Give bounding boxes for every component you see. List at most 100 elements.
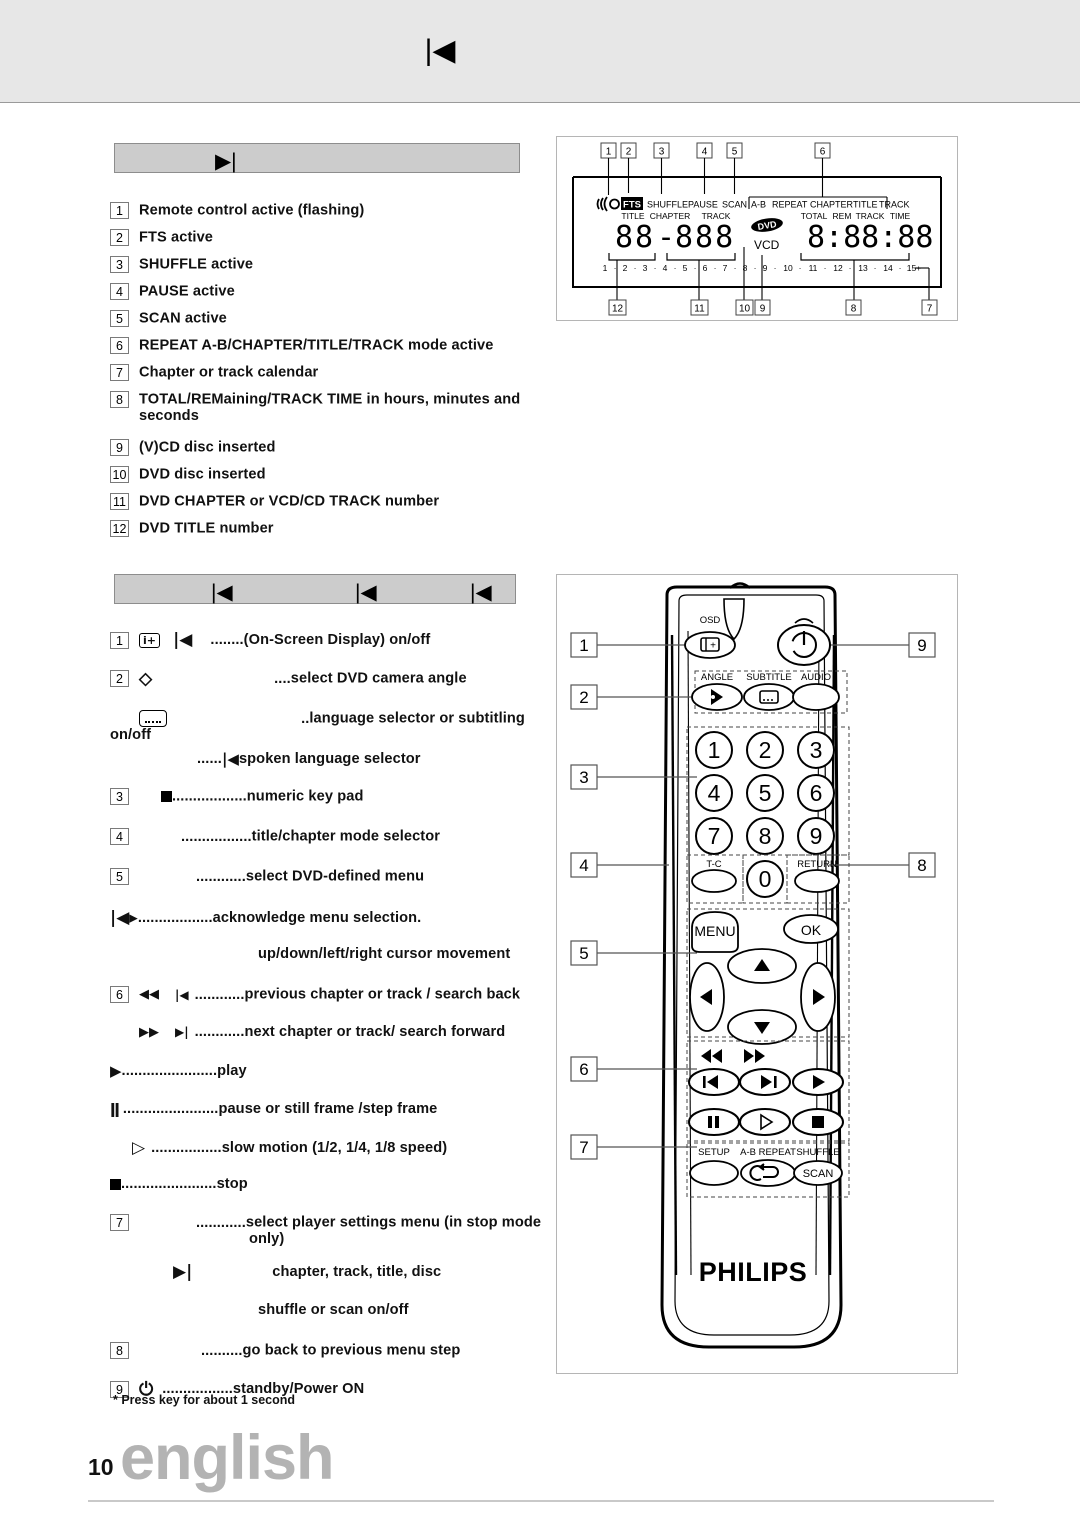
- rewind-icon: ◀◀: [139, 987, 159, 1002]
- tc-button: [691, 869, 737, 893]
- svg-text:3: 3: [643, 263, 648, 273]
- remote-section-header-bar: |◀ |◀ |◀: [114, 574, 516, 604]
- slow-motion-icon: ▷: [132, 1138, 146, 1158]
- svg-text:·: ·: [774, 263, 777, 273]
- legend-item: 5 ............select DVD-defined menu: [110, 868, 560, 908]
- svg-text:9: 9: [760, 304, 766, 315]
- legend-item: 9 (V)CD disc inserted: [110, 439, 550, 466]
- previous-track-icon: |◀: [221, 750, 239, 768]
- legend-item: up/down/left/right cursor movement: [110, 946, 560, 986]
- svg-text:7: 7: [927, 304, 933, 315]
- svg-text:10: 10: [739, 304, 751, 315]
- subtitle-button: [743, 683, 795, 711]
- scan-indicator: SCAN: [722, 200, 747, 210]
- legend-item: 4 PAUSE active: [110, 283, 550, 310]
- svg-text:4: 4: [663, 263, 668, 273]
- fast-forward-icon: ▶▶: [139, 1024, 159, 1040]
- previous-track-icon: |◀: [173, 630, 193, 650]
- svg-text:12: 12: [612, 304, 624, 315]
- legend-number: 5: [110, 868, 129, 885]
- remote-svg: 1 2 3 4 5 6 7 9 8 OSD + ANGLE SUBTITLE A…: [570, 582, 936, 1349]
- previous-track-icon: |◀: [424, 34, 456, 67]
- legend-text: title/chapter mode selector: [251, 828, 441, 845]
- previous-track-icon: |◀: [355, 581, 377, 604]
- svg-text:7: 7: [723, 263, 728, 273]
- svg-text:·: ·: [634, 263, 637, 273]
- legend-number: 1: [110, 202, 129, 219]
- callout-3: 3: [579, 768, 588, 787]
- legend-text: DVD CHAPTER or VCD/CD TRACK number: [139, 493, 440, 510]
- svg-text:888: 888: [675, 220, 735, 255]
- segment-digits-right: 8:88:88: [807, 220, 933, 255]
- osd-label: OSD: [700, 615, 721, 626]
- legend-item: 2 ◇ ....select DVD camera angle: [110, 670, 560, 710]
- legend-text: spoken language selector: [238, 751, 421, 767]
- audio-button: [792, 683, 840, 711]
- legend-item: 5 SCAN active: [110, 310, 550, 337]
- legend-number: 8: [110, 1342, 129, 1359]
- legend-item: 8 ..........go back to previous menu step: [110, 1342, 560, 1380]
- setup-button: [689, 1160, 739, 1186]
- legend-text: DVD TITLE number: [139, 520, 274, 537]
- svg-text:5: 5: [732, 147, 738, 158]
- previous-track-icon: |◀: [211, 581, 233, 604]
- audio-label: AUDIO: [801, 672, 831, 683]
- legend-item: ......|◀spoken language selector: [110, 750, 560, 788]
- svg-text:·: ·: [824, 263, 827, 273]
- legend-text-cont: only): [249, 1231, 285, 1247]
- legend-dots: ........: [210, 632, 244, 648]
- angle-label: ANGLE: [701, 672, 733, 683]
- svg-text:1: 1: [603, 263, 608, 273]
- footnote: * Press key for about 1 second: [113, 1393, 296, 1407]
- svg-text:6: 6: [703, 263, 708, 273]
- svg-text:·: ·: [849, 263, 852, 273]
- svg-text:·: ·: [714, 263, 717, 273]
- legend-text: DVD disc inserted: [139, 466, 266, 483]
- legend-text: acknowledge menu selection.: [212, 910, 422, 926]
- top-gray-band: |◀: [0, 0, 1080, 103]
- legend-text: Remote control active (flashing): [139, 202, 365, 219]
- svg-text:·: ·: [799, 263, 802, 273]
- legend-number: 2: [110, 670, 129, 687]
- legend-number: 2: [110, 229, 129, 246]
- legend-text: SHUFFLE active: [139, 256, 254, 273]
- legend-text: select DVD-defined menu: [245, 868, 425, 885]
- legend-item: ..language selector or subtitling on/off: [110, 710, 560, 750]
- legend-number: 12: [110, 520, 129, 537]
- svg-text:13: 13: [858, 263, 868, 273]
- legend-text: up/down/left/right cursor movement: [258, 946, 511, 963]
- legend-dots: .......................: [122, 1101, 219, 1117]
- numeric-keypad-icon: [161, 791, 172, 802]
- legend-item: 7 Chapter or track calendar: [110, 364, 550, 391]
- dvd-indicator: DVD: [751, 218, 783, 232]
- svg-text:9: 9: [810, 823, 823, 849]
- legend-text-cont: seconds: [139, 408, 199, 424]
- legend-text: (V)CD disc inserted: [139, 439, 276, 456]
- legend-dots: ............: [194, 986, 245, 1003]
- pause-button: [688, 1108, 740, 1136]
- svg-text:11: 11: [694, 304, 705, 315]
- numeric-keypad: 1 2 3 4 5 6 7 8 9: [695, 731, 835, 855]
- callout-9: 9: [917, 636, 926, 655]
- legend-text: language selector or subtitling on/off: [110, 710, 525, 744]
- legend-item: ▶| chapter, track, title, disc: [110, 1262, 560, 1302]
- ok-label: OK: [801, 922, 822, 938]
- svg-text:6: 6: [810, 780, 823, 806]
- next-track-icon: ▶|: [173, 1262, 193, 1282]
- svg-text:2: 2: [759, 737, 772, 763]
- legend-item: 3 SHUFFLE active: [110, 256, 550, 283]
- svg-text:88: 88: [615, 220, 655, 255]
- svg-text:8: 8: [851, 304, 857, 315]
- display-legend-list: 1 Remote control active (flashing) 2 FTS a…: [110, 202, 550, 547]
- shuffle-label: SHUFFLE: [796, 1147, 839, 1158]
- callout-5: 5: [579, 944, 588, 963]
- display-panel-diagram: 12 3 4 5 6 FTS SHUFFLE PAUSE SCAN A-B REPE…: [556, 136, 958, 321]
- svg-text:5: 5: [759, 780, 772, 806]
- language-label: english: [120, 1423, 335, 1493]
- legend-number: 10: [110, 466, 129, 483]
- legend-text: select player settings menu (in stop mod…: [245, 1214, 542, 1231]
- callout-2: 2: [579, 688, 588, 707]
- segment-digits-left: 88 - 888: [615, 220, 735, 255]
- callout-8: 8: [917, 856, 926, 875]
- legend-item: .......................stop: [110, 1176, 560, 1214]
